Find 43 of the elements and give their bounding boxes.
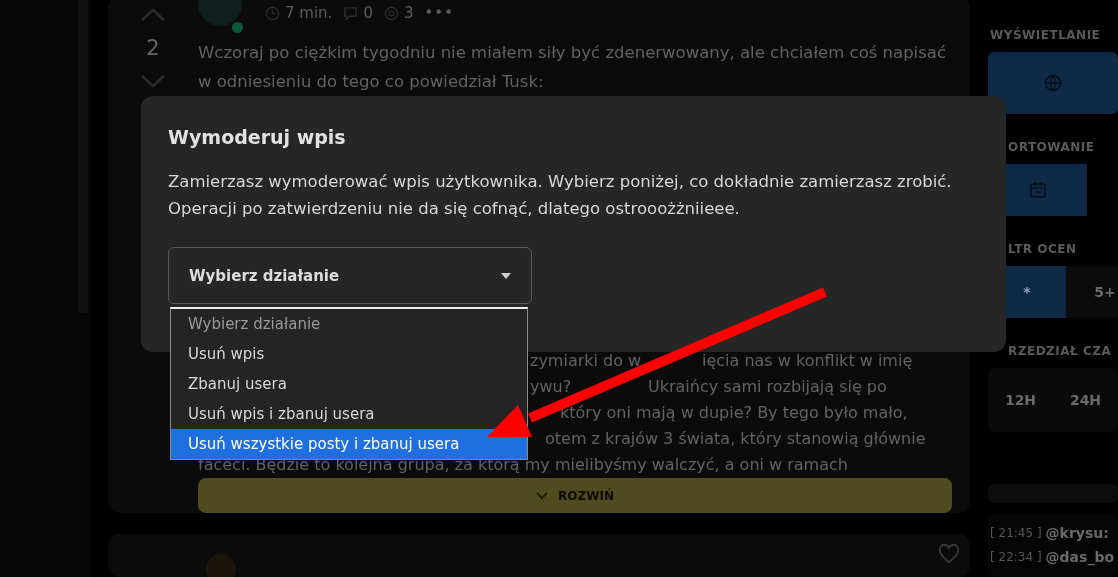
section-heading: WYŚWIETLANIE	[990, 28, 1102, 42]
chevron-icon	[536, 491, 549, 500]
clock-icon	[265, 5, 280, 21]
online-dot	[232, 22, 243, 33]
option-button[interactable]: 5+	[1066, 266, 1118, 318]
section-heading: LTR OCEN	[1008, 242, 1078, 256]
post-text: który oni mają w dupie? By tego było mało,	[560, 402, 908, 424]
dialog-title: Wymoderuj wpis	[168, 126, 347, 148]
dropdown-option[interactable]: Usuń wpis i zbanuj usera	[171, 399, 527, 429]
calendar-icon	[1028, 181, 1047, 199]
heart-icon[interactable]	[938, 544, 960, 564]
vote-count: 2	[146, 36, 160, 60]
more-menu[interactable]: •••	[424, 4, 454, 22]
dropdown-option[interactable]: Usuń wpis	[171, 339, 527, 369]
post-text: Wczoraj po ciężkim tygodniu nie miałem siły być zdenerwowany, ale chciałem coś napisać	[198, 42, 947, 64]
post-text: Ukraińcy sami rozbijają się po	[648, 376, 887, 398]
chat-time: [ 22:34 ]	[990, 550, 1042, 564]
action-select[interactable]: Wybierz działanie	[168, 247, 532, 304]
post-text: otem z krajów 3 świata, który stanowią głównie	[545, 428, 926, 450]
globe-icon	[1044, 74, 1062, 92]
upvote-icon[interactable]	[140, 8, 166, 22]
option-button[interactable]: 12H	[988, 374, 1053, 426]
eye-icon	[383, 5, 399, 21]
caret-icon	[501, 272, 511, 279]
chat-time: [ 21:45 ]	[990, 526, 1042, 540]
post-text: ywu?	[530, 376, 573, 398]
dropdown-option[interactable]: Usuń wszystkie posty i zbanuj usera	[171, 429, 527, 459]
chat-username[interactable]: @das_bo	[1045, 549, 1115, 565]
post-text: ięcia nas w konflikt w imię	[702, 350, 913, 372]
downvote-icon[interactable]	[140, 74, 166, 88]
chat-username[interactable]: @krysu:	[1045, 525, 1109, 541]
dialog-message: Zamierzasz wymoderować wpis użytkownika. Wybierz poniżej, co dokładnie zamierzasz zrobić. Operacji po zatwierdzeniu nie da się cofnąć, dlatego ostrooożżniieee.	[168, 171, 953, 220]
section-heading: ORTOWANIE	[1008, 140, 1096, 154]
section-heading: RZEDZIAŁ CZA	[1008, 344, 1113, 358]
view-count: 3	[403, 4, 414, 22]
comment-count: 0	[363, 4, 373, 22]
post-text: zymiarki do w	[530, 350, 643, 372]
option-button[interactable]: 24H	[1053, 374, 1118, 426]
post-time: 7 min.	[285, 4, 333, 22]
dropdown-option[interactable]: Zbanuj usera	[171, 369, 527, 399]
view-button[interactable]	[988, 52, 1118, 114]
post-text: w odniesieniu do tego co powiedział Tusk:	[198, 71, 545, 93]
comment-icon	[343, 5, 359, 21]
